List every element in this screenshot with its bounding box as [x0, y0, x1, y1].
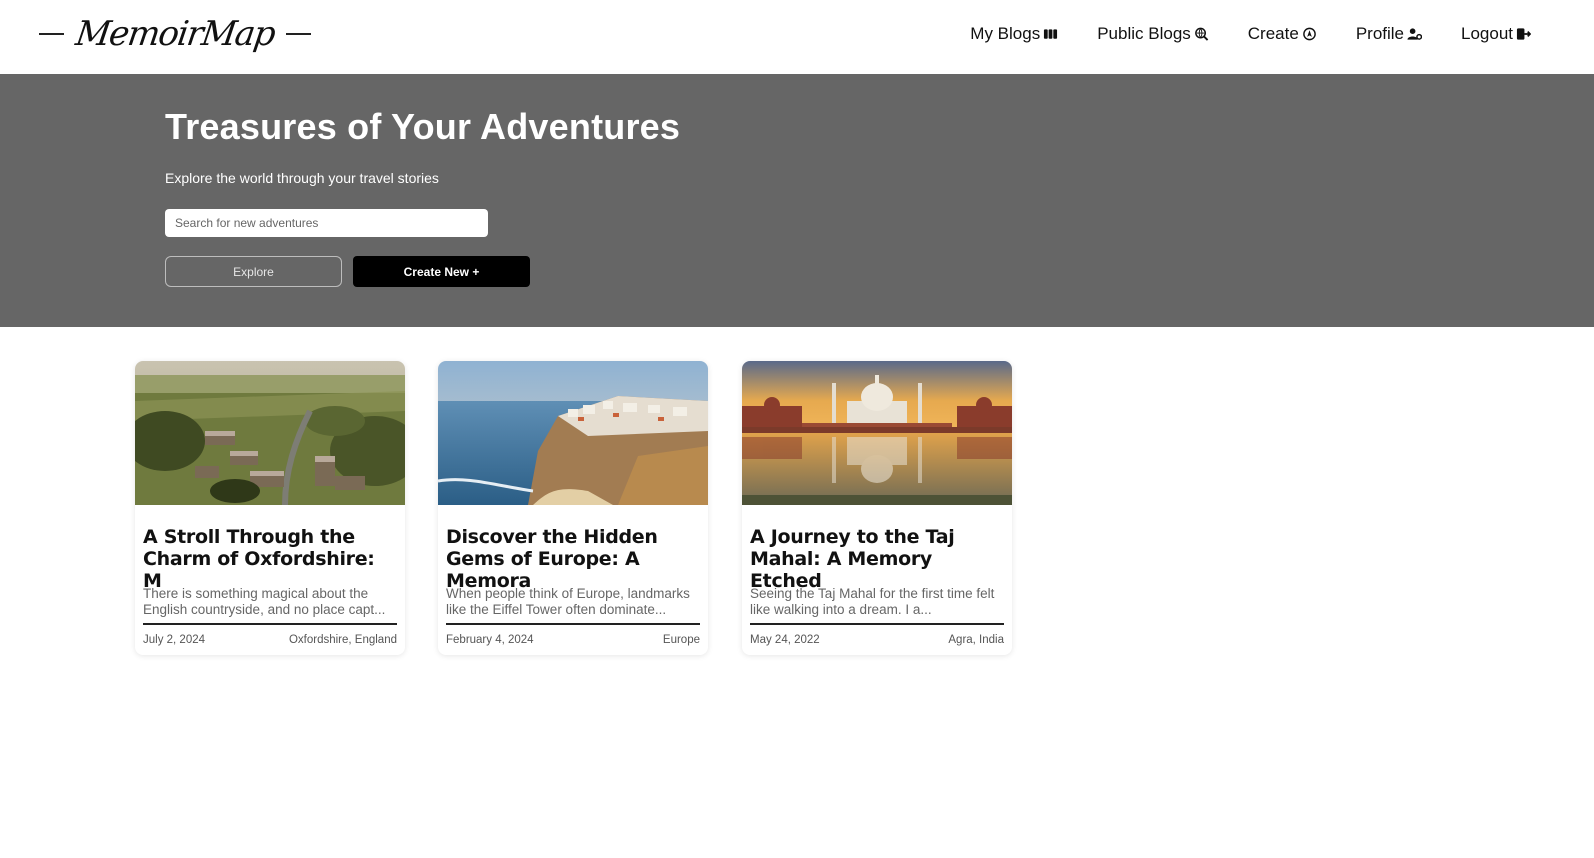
logo-dash-left — [39, 33, 64, 35]
nav-public-blogs[interactable]: Public Blogs — [1097, 24, 1209, 44]
top-navbar: MemoirMap My Blogs Public Blogs Create P… — [0, 0, 1594, 74]
card-divider — [143, 623, 397, 625]
card-excerpt: When people think of Europe, landmarks l… — [446, 586, 690, 617]
card-date: February 4, 2024 — [446, 634, 534, 646]
card-title: A Stroll Through the Charm of Oxfordshir… — [143, 526, 375, 592]
nav-create-label: Create — [1247, 24, 1299, 43]
hero-banner: Treasures of Your Adventures Explore the… — [0, 74, 1594, 327]
nav-my-blogs[interactable]: My Blogs — [970, 24, 1058, 44]
card-location: Agra, India — [948, 634, 1004, 646]
card-location: Oxfordshire, England — [288, 634, 397, 646]
nav-public-blogs-label: Public Blogs — [1097, 24, 1191, 43]
nav-logout-label: Logout — [1461, 24, 1513, 43]
blog-card[interactable]: Discover the Hidden Gems of Europe: A Me… — [438, 361, 708, 655]
card-date: May 24, 2022 — [750, 634, 820, 646]
nav-create[interactable]: Create — [1248, 24, 1317, 44]
coastal-cliff-town-photo — [438, 361, 708, 505]
brand-name: MemoirMap — [73, 14, 277, 54]
book-icon — [1044, 29, 1058, 39]
card-divider — [446, 623, 700, 625]
card-divider — [750, 623, 1004, 625]
search-globe-icon — [1194, 27, 1209, 41]
compass-icon — [1302, 27, 1316, 41]
nav-my-blogs-label: My Blogs — [970, 24, 1041, 43]
explore-button[interactable]: Explore — [165, 256, 342, 287]
brand-logo[interactable]: MemoirMap — [39, 14, 312, 54]
card-excerpt: There is something magical about the Eng… — [143, 586, 386, 617]
blog-card[interactable]: A Journey to the Taj Mahal: A Memory Etc… — [742, 361, 1012, 655]
nav-menu: My Blogs Public Blogs Create Profile Log… — [970, 24, 1531, 44]
card-title: A Journey to the Taj Mahal: A Memory Etc… — [750, 526, 955, 592]
card-date: July 2, 2024 — [143, 634, 206, 646]
logout-icon — [1516, 28, 1531, 40]
blog-card[interactable]: A Stroll Through the Charm of Oxfordshir… — [135, 361, 405, 655]
nav-logout[interactable]: Logout — [1461, 24, 1531, 44]
search-input[interactable] — [165, 209, 488, 237]
logo-dash-right — [286, 33, 312, 35]
user-gear-icon — [1407, 28, 1422, 40]
card-location: Europe — [662, 634, 700, 646]
taj-mahal-photo — [742, 361, 1012, 505]
nav-profile[interactable]: Profile — [1356, 24, 1422, 44]
card-excerpt: Seeing the Taj Mahal for the first time … — [750, 586, 995, 617]
aerial-village-photo — [135, 361, 405, 505]
create-new-button[interactable]: Create New + — [353, 256, 530, 287]
nav-profile-label: Profile — [1355, 24, 1404, 43]
hero-subtitle: Explore the world through your travel st… — [165, 170, 439, 186]
card-title: Discover the Hidden Gems of Europe: A Me… — [446, 526, 658, 592]
hero-title: Treasures of Your Adventures — [165, 106, 681, 147]
